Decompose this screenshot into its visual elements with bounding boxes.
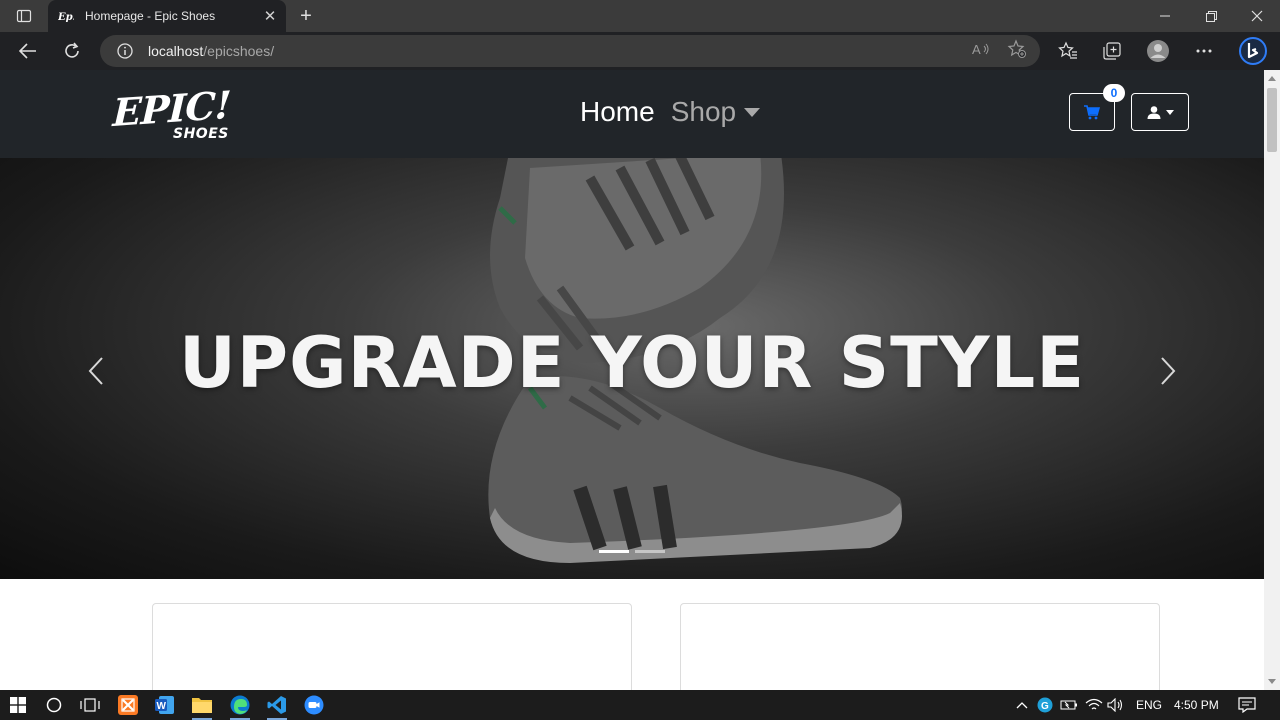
back-arrow-icon[interactable]: [13, 36, 43, 66]
carousel-indicators: [599, 550, 665, 553]
wifi-icon[interactable]: [1082, 693, 1106, 717]
tray-chevron-up-icon[interactable]: [1010, 693, 1034, 717]
cart-icon: [1084, 104, 1100, 119]
hero-title: UPGRADE YOUR STYLE: [178, 322, 1086, 404]
close-window-button[interactable]: [1234, 0, 1280, 32]
product-card-1[interactable]: [152, 603, 632, 690]
page-viewport: EPIC! SHOES Home Shop 0 UPGRADE YOUR STY…: [0, 70, 1264, 690]
bing-chat-icon[interactable]: [1238, 36, 1268, 66]
more-options-icon[interactable]: [1192, 39, 1216, 63]
restore-button[interactable]: [1188, 0, 1234, 32]
page-scrollbar[interactable]: [1264, 70, 1280, 690]
word-app-icon[interactable]: W: [153, 693, 177, 717]
nav-shop-dropdown[interactable]: Shop: [670, 96, 761, 128]
carousel-indicator-2[interactable]: [635, 550, 665, 553]
file-explorer-icon[interactable]: [190, 693, 214, 720]
nav-home-link[interactable]: Home: [580, 96, 655, 128]
site-info-icon[interactable]: [116, 42, 134, 60]
url-path: /epicshoes/: [203, 43, 275, 59]
tray-g-app-icon[interactable]: G: [1033, 693, 1057, 717]
tab-close-icon[interactable]: ✕: [260, 6, 280, 26]
user-icon: [1147, 105, 1160, 119]
hero-carousel: UPGRADE YOUR STYLE: [0, 158, 1264, 579]
os-taskbar: W G ENG 4:50 PM: [0, 690, 1280, 720]
battery-icon[interactable]: [1057, 693, 1081, 717]
search-icon[interactable]: [42, 693, 66, 717]
site-navbar: EPIC! SHOES Home Shop 0: [0, 70, 1264, 158]
svg-text:Ep!: Ep!: [58, 12, 74, 23]
volume-icon[interactable]: [1104, 693, 1128, 717]
logo-sub-text: SHOES: [173, 126, 229, 142]
add-favorite-icon[interactable]: [1007, 39, 1027, 59]
svg-text:W: W: [157, 701, 167, 712]
scrollbar-thumb[interactable]: [1267, 88, 1277, 152]
address-bar[interactable]: localhost/epicshoes/: [100, 35, 1040, 67]
collections-icon[interactable]: [1100, 39, 1124, 63]
site-favicon-icon: Ep!: [58, 8, 74, 24]
notifications-icon[interactable]: [1235, 693, 1259, 717]
minimize-button[interactable]: [1142, 0, 1188, 32]
url-host: localhost: [148, 43, 204, 59]
cart-count-badge: 0: [1103, 84, 1125, 102]
profile-avatar-icon[interactable]: [1146, 39, 1170, 63]
site-logo[interactable]: EPIC! SHOES: [112, 82, 231, 146]
keyboard-language[interactable]: ENG: [1136, 698, 1162, 712]
browser-tab-active[interactable]: Ep! Homepage - Epic Shoes ✕: [48, 0, 286, 32]
scroll-down-icon[interactable]: [1268, 679, 1276, 684]
clock-time[interactable]: 4:50 PM: [1174, 698, 1219, 712]
scroll-up-icon[interactable]: [1268, 76, 1276, 81]
browser-toolbar: localhost/epicshoes/ A: [0, 32, 1280, 70]
edge-browser-icon[interactable]: [228, 693, 252, 720]
product-card-2[interactable]: [680, 603, 1160, 690]
carousel-next-button[interactable]: [1156, 356, 1180, 386]
tab-actions-icon[interactable]: [8, 6, 40, 26]
chevron-left-icon: [88, 357, 103, 385]
carousel-indicator-1[interactable]: [599, 550, 629, 553]
url-text[interactable]: localhost/epicshoes/: [148, 43, 274, 59]
new-tab-button[interactable]: +: [294, 4, 318, 28]
windows-start-icon[interactable]: [6, 693, 30, 717]
user-caret-down-icon: [1165, 109, 1174, 115]
main-menu: Home Shop: [580, 96, 761, 128]
carousel-prev-button[interactable]: [84, 356, 108, 386]
zoom-app-icon[interactable]: [302, 693, 326, 717]
browser-tab-bar: Ep! Homepage - Epic Shoes ✕ +: [0, 0, 1280, 32]
svg-text:G: G: [1041, 701, 1049, 712]
favorites-icon[interactable]: [1056, 39, 1080, 63]
task-view-icon[interactable]: [78, 693, 102, 717]
read-aloud-icon[interactable]: A: [971, 39, 991, 59]
xampp-app-icon[interactable]: [116, 693, 140, 717]
nav-shop-label: Shop: [670, 96, 737, 127]
user-menu-button[interactable]: [1131, 93, 1189, 131]
tab-title: Homepage - Epic Shoes: [85, 9, 216, 23]
refresh-icon[interactable]: [57, 36, 87, 66]
chevron-right-icon: [1161, 357, 1176, 385]
caret-down-icon: [744, 107, 761, 117]
vscode-app-icon[interactable]: [265, 693, 289, 720]
svg-text:A: A: [972, 42, 981, 57]
